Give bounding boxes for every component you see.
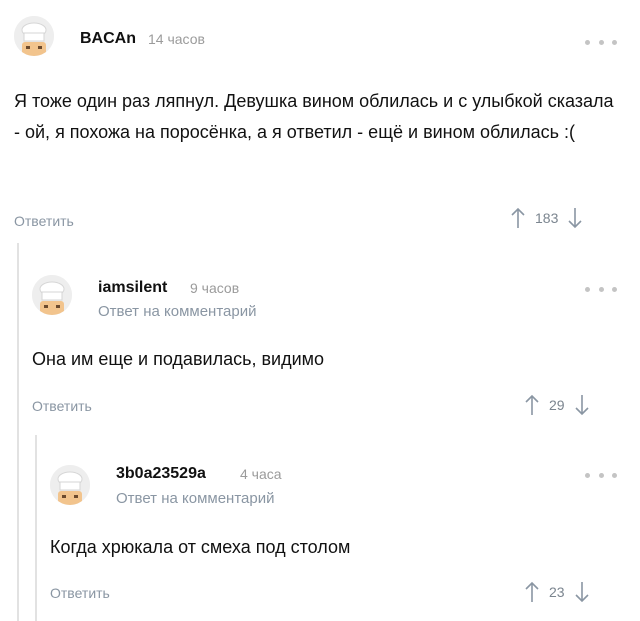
username[interactable]: BACAn [80, 30, 136, 48]
reply-button[interactable]: Ответить [50, 585, 110, 601]
reply-to-link[interactable]: Ответ на комментарий [116, 490, 274, 507]
arrow-down-icon[interactable] [575, 581, 589, 603]
comment-text: Когда хрюкала от смеха под столом [50, 537, 351, 557]
chef-avatar-icon [50, 465, 90, 505]
arrow-down-icon[interactable] [575, 394, 589, 416]
vote-controls: 23 [525, 581, 589, 603]
reply-button[interactable]: Ответить [32, 398, 92, 414]
score: 23 [549, 584, 565, 600]
avatar[interactable] [32, 275, 72, 315]
chef-avatar-icon [32, 275, 72, 315]
username[interactable]: 3b0a23529a [116, 465, 206, 483]
more-dots-icon[interactable] [585, 284, 617, 294]
username[interactable]: iamsilent [98, 279, 167, 297]
vote-controls: 183 [511, 207, 582, 229]
score: 29 [549, 397, 565, 413]
arrow-up-icon[interactable] [525, 581, 539, 603]
arrow-up-icon[interactable] [511, 207, 525, 229]
thread-line-level-2 [35, 435, 37, 621]
comment-text: Я тоже один раз ляпнул. Девушка вином об… [14, 91, 614, 142]
avatar[interactable] [50, 465, 90, 505]
arrow-up-icon[interactable] [525, 394, 539, 416]
reply-to-link[interactable]: Ответ на комментарий [98, 303, 256, 320]
chef-avatar-icon [14, 16, 54, 56]
timestamp: 4 часа [240, 466, 282, 482]
score: 183 [535, 210, 559, 226]
comment-text: Она им еще и подавилась, видимо [32, 349, 325, 369]
more-dots-icon[interactable] [585, 470, 617, 480]
vote-controls: 29 [525, 394, 589, 416]
arrow-down-icon[interactable] [568, 207, 582, 229]
timestamp: 14 часов [148, 31, 205, 47]
avatar[interactable] [14, 16, 54, 56]
more-dots-icon[interactable] [585, 37, 617, 47]
timestamp: 9 часов [190, 280, 240, 296]
reply-button[interactable]: Ответить [14, 213, 74, 229]
thread-line-level-1 [17, 243, 19, 621]
